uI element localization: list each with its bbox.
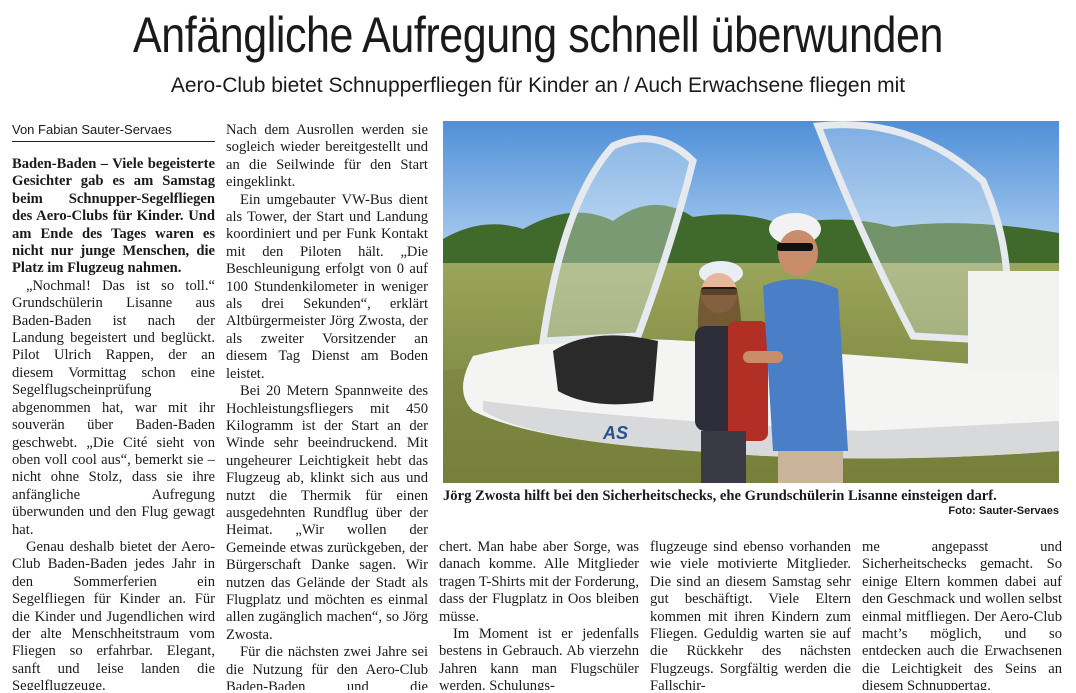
body-paragraph: Ein umgebauter VW-Bus dient als Tower, d… (226, 191, 428, 382)
photo-credit: Foto: Sauter-Servaes (948, 505, 1059, 517)
article-photo: AS (443, 121, 1059, 483)
body-paragraph: Genau deshalb bietet der Aero-Club Baden… (12, 538, 215, 690)
body-paragraph: Für die nächsten zwei Jahre sei die Nutz… (226, 644, 428, 690)
body-paragraph: flugzeuge sind ebenso vorhanden wie viel… (650, 539, 851, 690)
body-paragraph: „Nochmal! Das ist so toll.“ Grundschüler… (12, 277, 215, 538)
body-paragraph: me angepasst und Sicherheitschecks gemac… (862, 539, 1062, 690)
byline: Von Fabian Sauter-Servaes (12, 122, 215, 142)
subheadline: Aero-Club bietet Schnupperfliegen für Ki… (170, 74, 906, 97)
body-paragraph: Bei 20 Metern Spannweite des Hochleistun… (226, 383, 428, 643)
column-5: me angepasst und Sicherheitschecks gemac… (862, 539, 1062, 690)
headline: Anfängliche Aufregung schnell überwunden (133, 7, 943, 63)
body-paragraph: Im Moment ist er jedenfalls bestens in G… (439, 626, 639, 690)
body-paragraph: Nach dem Ausrollen werden sie sogleich w… (226, 122, 428, 191)
body-paragraph: chert. Man habe aber Sorge, was danach k… (439, 539, 639, 625)
column-4: flugzeuge sind ebenso vorhanden wie viel… (650, 539, 851, 690)
glider-photo-illustration: AS (443, 121, 1059, 483)
column-2: Nach dem Ausrollen werden sie sogleich w… (226, 122, 428, 690)
glider-marking: AS (602, 423, 628, 443)
photo-caption: Jörg Zwosta hilft bei den Sicherheitsche… (443, 488, 997, 504)
column-3: chert. Man habe aber Sorge, was danach k… (439, 539, 639, 690)
lead-paragraph: Baden-Baden – Viele begeisterte Gesichte… (12, 156, 215, 277)
column-1: Von Fabian Sauter-Servaes Baden-Baden – … (12, 122, 215, 690)
